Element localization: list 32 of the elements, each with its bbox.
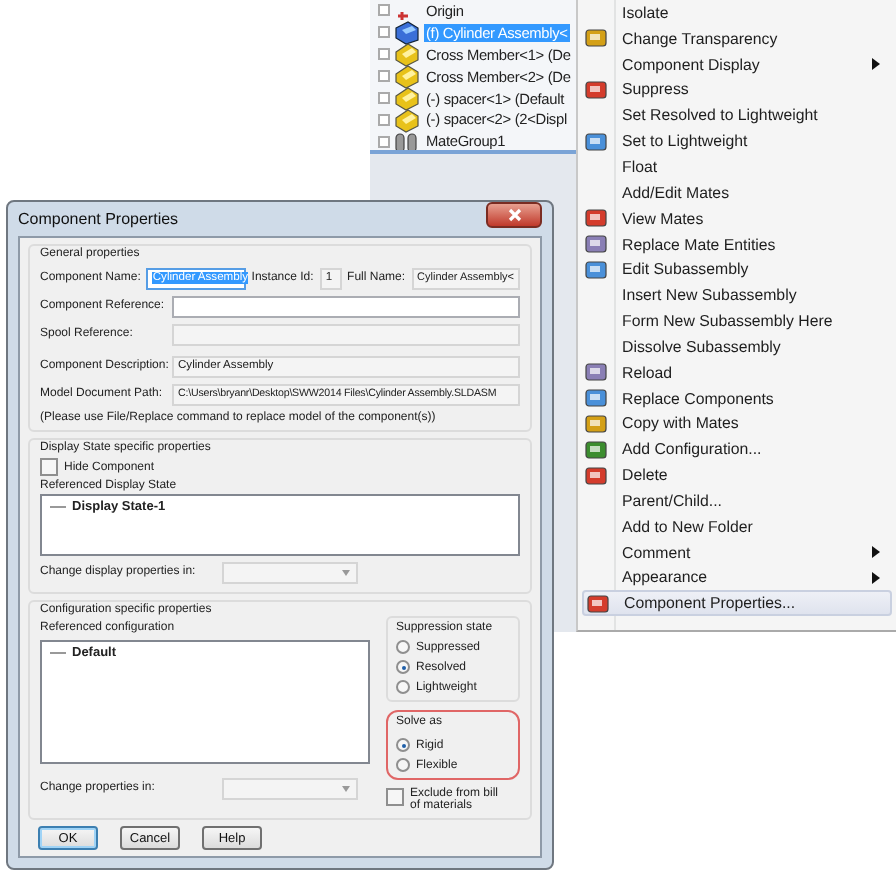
mates-icon <box>394 127 420 150</box>
caret-icon <box>342 569 350 575</box>
menu-item-icon <box>584 206 608 231</box>
menu-item-icon <box>584 26 608 51</box>
radio-button[interactable] <box>396 640 410 654</box>
radio-button[interactable] <box>396 660 410 674</box>
assembly-icon <box>394 18 420 47</box>
menu-item-icon <box>584 386 608 411</box>
checkbox[interactable] <box>386 788 404 806</box>
menu-item-icon <box>584 437 608 462</box>
close-button[interactable] <box>486 202 542 228</box>
window-title: Component Properties <box>18 210 179 228</box>
menu-item-icon <box>584 360 608 385</box>
menu-item-icon <box>584 257 608 282</box>
close-icon <box>507 208 521 222</box>
checkbox[interactable] <box>40 458 58 476</box>
part-icon <box>394 40 420 69</box>
radio-button[interactable] <box>396 758 410 772</box>
menu-item-icon <box>584 411 608 436</box>
menu-item-icon <box>584 232 608 257</box>
component-reference-field[interactable] <box>172 295 520 317</box>
menu-item-icon <box>584 463 608 488</box>
part-icon <box>394 62 420 91</box>
submenu-arrow-icon <box>872 58 880 71</box>
menu-item-icon <box>584 129 608 154</box>
part-icon <box>394 105 420 134</box>
radio-button[interactable] <box>396 680 410 694</box>
menu-item-icon <box>586 591 610 616</box>
menu-item-icon <box>584 77 608 102</box>
caret-icon <box>342 785 350 791</box>
radio-button[interactable] <box>396 738 410 752</box>
part-icon <box>394 84 420 113</box>
